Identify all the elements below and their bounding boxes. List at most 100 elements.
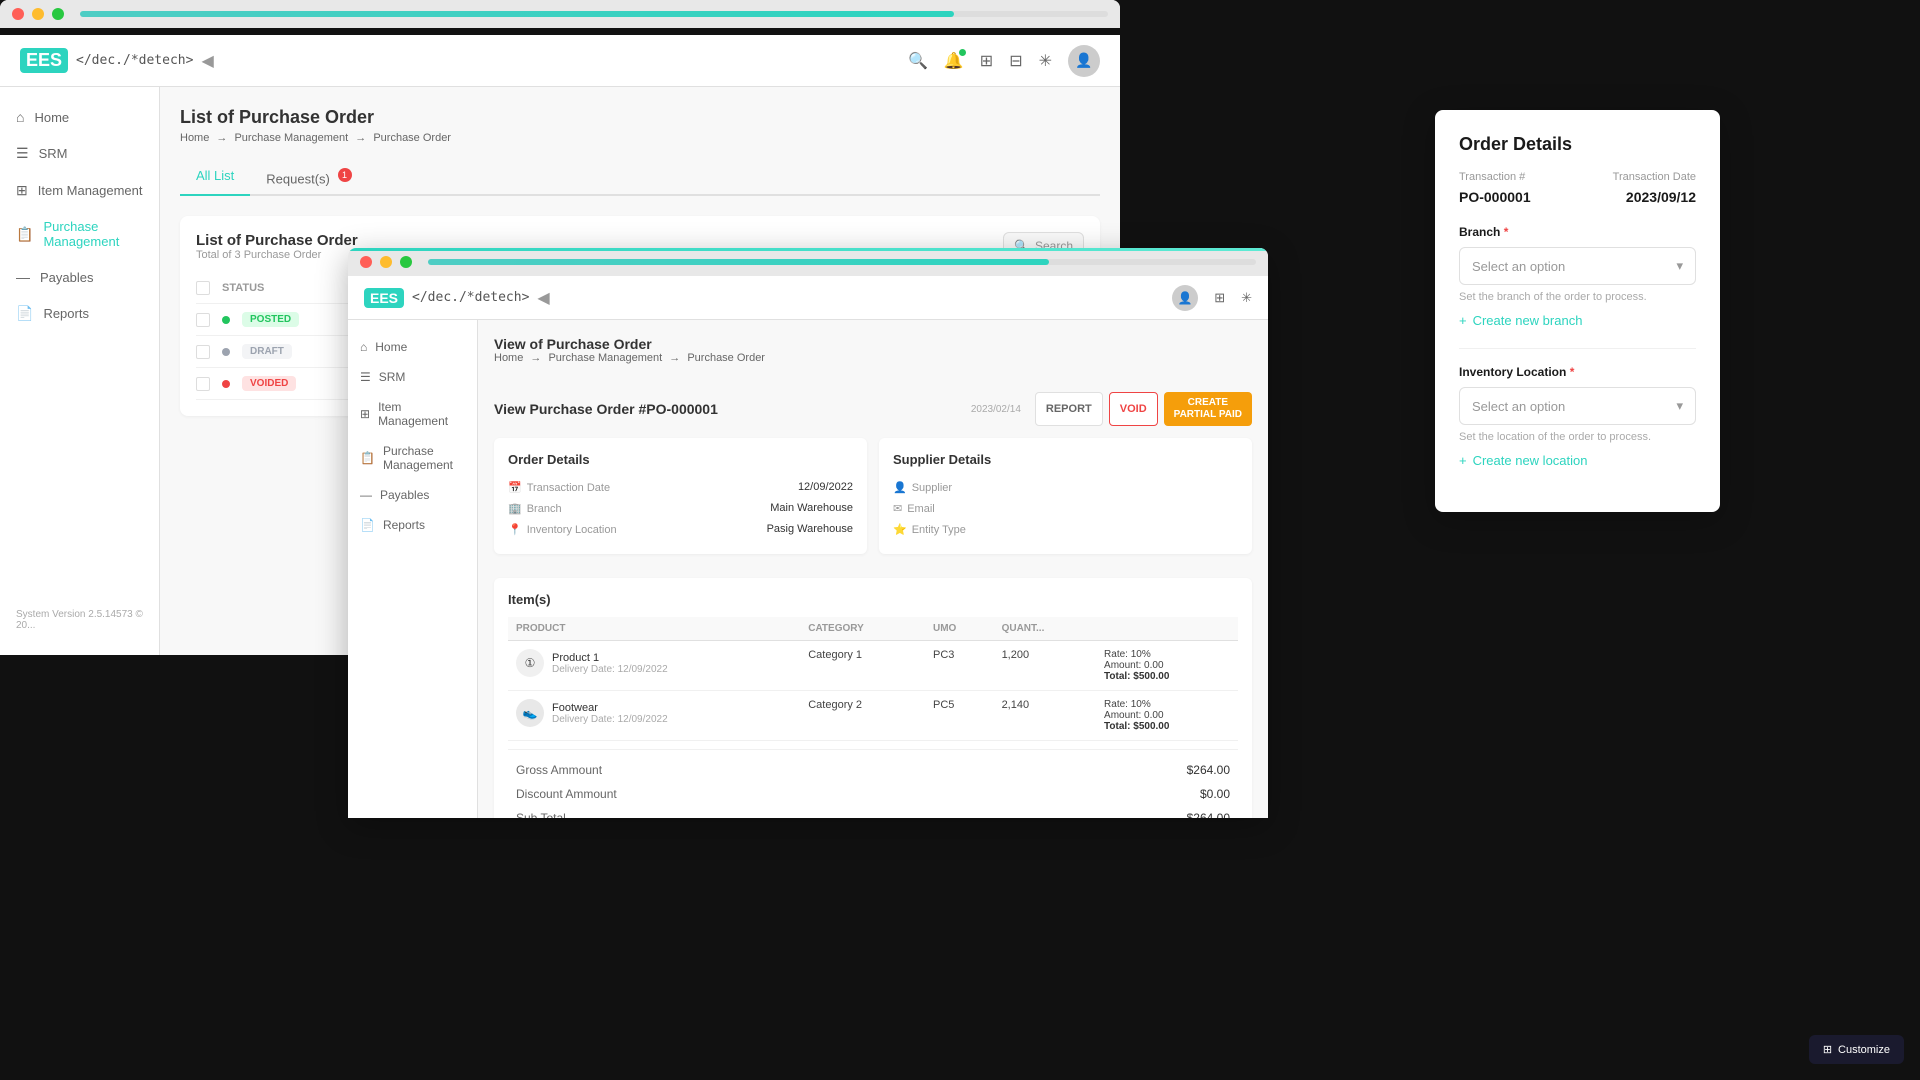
- quantity-col-header: QUANT...: [994, 617, 1096, 641]
- second-sidebar-payables[interactable]: — Payables: [348, 480, 477, 510]
- second-grid-icon[interactable]: ⊞: [1214, 290, 1225, 306]
- bell-icon[interactable]: 🔔: [944, 51, 964, 71]
- second-sidebar-home[interactable]: ⌂ Home: [348, 332, 477, 362]
- sidebar-item-srm[interactable]: ☰ SRM: [0, 135, 159, 172]
- sidebar-item-item-management[interactable]: ⊞ Item Management: [0, 172, 159, 209]
- create-new-branch-link[interactable]: + Create new branch: [1459, 313, 1696, 328]
- second-sidebar-reports[interactable]: 📄 Reports: [348, 510, 477, 540]
- apps-icon[interactable]: ⊞: [980, 51, 993, 71]
- chevron-down-icon-2: ▾: [1676, 398, 1683, 414]
- second-settings-icon[interactable]: ✳: [1241, 290, 1252, 306]
- branch-row: 🏢 Branch Main Warehouse: [508, 498, 853, 519]
- tax-col-header: [1096, 617, 1238, 641]
- category-1: Category 1: [800, 641, 925, 691]
- table-row: ① Product 1 Delivery Date: 12/09/2022 Ca…: [508, 641, 1238, 691]
- tax-cell-2: Rate: 10% Amount: 0.00 Total: $500.00: [1096, 691, 1238, 741]
- second-collapse-button[interactable]: ◀: [537, 288, 549, 308]
- row-checkbox[interactable]: [196, 377, 210, 391]
- sidebar-item-payables[interactable]: — Payables: [0, 259, 159, 295]
- entity-type-icon: ⭐: [893, 523, 907, 536]
- tab-all-list[interactable]: All List: [180, 160, 250, 196]
- logo: EES: [20, 48, 68, 73]
- breadcrumb: Home → Purchase Management → Purchase Or…: [180, 132, 1100, 144]
- maximize-dot[interactable]: [52, 8, 64, 20]
- list-info: List of Purchase Order Total of 3 Purcha…: [196, 232, 358, 261]
- purchase-icon: 📋: [16, 226, 33, 243]
- action-date: 2023/02/14: [971, 404, 1021, 415]
- second-sidebar-purchase-management[interactable]: 📋 Purchase Management: [348, 436, 477, 480]
- branch-select[interactable]: Select an option ▾: [1459, 247, 1696, 285]
- minimize-dot[interactable]: [32, 8, 44, 20]
- settings-icon[interactable]: ✳: [1039, 51, 1052, 71]
- product-icon-1: ①: [516, 649, 544, 677]
- second-nav-icons: 👤 ⊞ ✳: [1172, 285, 1252, 311]
- partial-paid-button[interactable]: CREATE PARTIAL PAID: [1164, 392, 1252, 426]
- tab-requests[interactable]: Request(s) 1: [250, 160, 367, 194]
- inventory-location-select[interactable]: Select an option ▾: [1459, 387, 1696, 425]
- search-icon[interactable]: 🔍: [908, 51, 928, 71]
- row-checkbox[interactable]: [196, 345, 210, 359]
- second-home-icon: ⌂: [360, 340, 367, 354]
- sidebar-item-home[interactable]: ⌂ Home: [0, 99, 159, 135]
- order-details-title: Order Details: [508, 452, 853, 467]
- email-row: ✉ Email: [893, 498, 1238, 519]
- status-badge-draft: DRAFT: [242, 344, 292, 359]
- system-version: System Version 2.5.14573 © 20...: [0, 597, 159, 643]
- logo-area: EES </dec./*detech> ◀: [20, 48, 214, 73]
- inventory-location-label: 📍 Inventory Location: [508, 523, 617, 536]
- product-name-1: Product 1: [552, 652, 668, 664]
- order-details-section: Order Details 📅 Transaction Date 12/09/2…: [494, 438, 867, 554]
- items-title: Item(s): [508, 592, 1238, 607]
- select-all-checkbox[interactable]: [196, 281, 210, 295]
- create-new-location-link[interactable]: + Create new location: [1459, 453, 1696, 468]
- avatar[interactable]: 👤: [1068, 45, 1100, 77]
- items-section: Item(s) PRODUCT CATEGORY UMO QUANT...: [494, 578, 1252, 818]
- items-table: PRODUCT CATEGORY UMO QUANT... ①: [508, 617, 1238, 741]
- category-col-header: CATEGORY: [800, 617, 925, 641]
- umo-1: PC3: [925, 641, 994, 691]
- branch-label: 🏢 Branch: [508, 502, 562, 515]
- close-dot-2[interactable]: [360, 256, 372, 268]
- collapse-button[interactable]: ◀: [201, 51, 213, 71]
- minimize-dot-2[interactable]: [380, 256, 392, 268]
- second-progress-bar: [428, 259, 1256, 265]
- customize-button[interactable]: ⊞ Customize: [1809, 1035, 1904, 1064]
- sidebar: ⌂ Home ☰ SRM ⊞ Item Management 📋 Purchas…: [0, 87, 160, 655]
- branch-section-label: Branch *: [1459, 225, 1696, 239]
- second-sidebar-srm[interactable]: ☰ SRM: [348, 362, 477, 392]
- transaction-date-value: 2023/09/12: [1626, 189, 1696, 205]
- product-date-1: Delivery Date: 12/09/2022: [552, 664, 668, 675]
- product-col-header: PRODUCT: [508, 617, 800, 641]
- sidebar-item-purchase-management[interactable]: 📋 Purchase Management: [0, 209, 159, 259]
- report-button[interactable]: REPORT: [1035, 392, 1103, 426]
- transaction-number-label: Transaction #: [1459, 171, 1525, 183]
- close-dot[interactable]: [12, 8, 24, 20]
- branch-section: Branch * Select an option ▾ Set the bran…: [1459, 225, 1696, 328]
- second-progress-fill: [428, 259, 1049, 265]
- second-sidebar-item-management[interactable]: ⊞ Item Management: [348, 392, 477, 436]
- second-purchase-icon: 📋: [360, 451, 375, 465]
- row-checkbox[interactable]: [196, 313, 210, 327]
- maximize-dot-2[interactable]: [400, 256, 412, 268]
- supplier-row: 👤 Supplier: [893, 477, 1238, 498]
- second-logo: EES: [364, 288, 404, 308]
- second-sidebar: ⌂ Home ☰ SRM ⊞ Item Management 📋 Purchas…: [348, 320, 478, 818]
- second-window: EES </dec./*detech> ◀ 👤 ⊞ ✳ ⌂ Home ☰ SRM…: [348, 248, 1268, 818]
- supplier-details-title: Supplier Details: [893, 452, 1238, 467]
- sidebar-item-reports[interactable]: 📄 Reports: [0, 295, 159, 332]
- second-srm-icon: ☰: [360, 370, 371, 384]
- inventory-location-section: Inventory Location * Select an option ▾ …: [1459, 365, 1696, 468]
- product-name-2: Footwear: [552, 702, 668, 714]
- second-avatar[interactable]: 👤: [1172, 285, 1198, 311]
- calendar-icon: 📅: [508, 481, 522, 494]
- transaction-date-label: 📅 Transaction Date: [508, 481, 610, 494]
- void-button[interactable]: VOID: [1109, 392, 1158, 426]
- product-icon-2: 👟: [516, 699, 544, 727]
- supplier-label: 👤 Supplier: [893, 481, 952, 494]
- category-2: Category 2: [800, 691, 925, 741]
- sub-total-row: Sub Total $264.00: [508, 806, 1238, 818]
- transaction-date-label: Transaction Date: [1613, 171, 1696, 183]
- grid-icon[interactable]: ⊟: [1009, 51, 1022, 71]
- second-page-title: View of Purchase Order: [494, 336, 765, 352]
- browser-titlebar: [0, 0, 1120, 28]
